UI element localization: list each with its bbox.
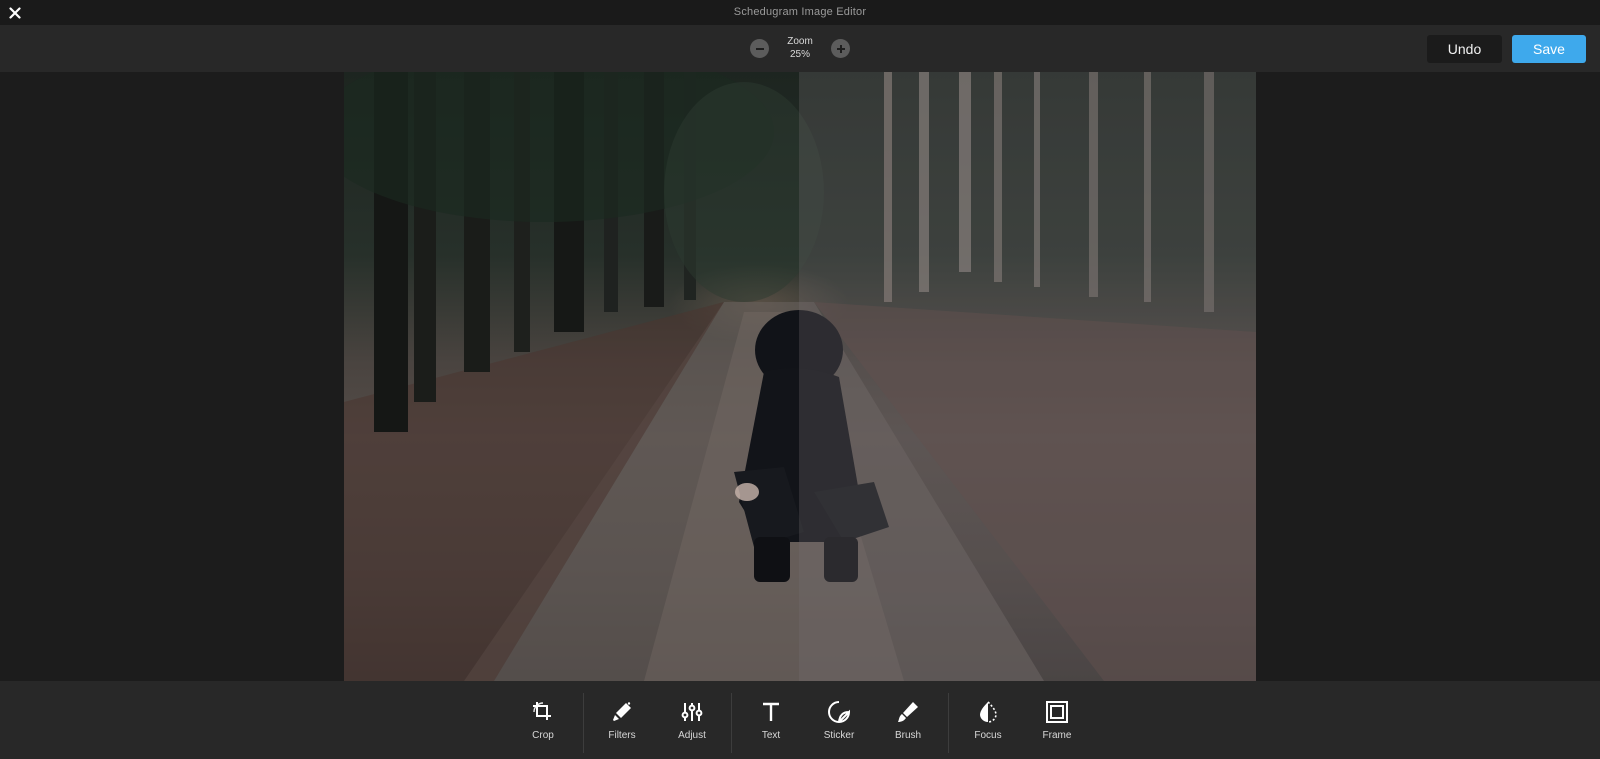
zoom-out-button[interactable] bbox=[750, 39, 769, 58]
tool-divider bbox=[948, 693, 949, 753]
adjust-icon bbox=[681, 703, 703, 721]
title-bar: Schedugram Image Editor bbox=[0, 0, 1600, 25]
tool-label: Filters bbox=[608, 730, 636, 741]
zoom-label: Zoom bbox=[787, 36, 813, 47]
tool-label: Sticker bbox=[823, 730, 855, 741]
tool-filters[interactable]: Filters bbox=[594, 699, 650, 747]
tools-bar: Crop Filters Adjust Text Sticker Brush F… bbox=[0, 681, 1600, 759]
tool-label: Text bbox=[761, 730, 781, 741]
zoom-in-button[interactable] bbox=[831, 39, 850, 58]
tool-label: Crop bbox=[532, 730, 554, 741]
undo-button[interactable]: Undo bbox=[1427, 35, 1502, 63]
photo-filtered-half bbox=[799, 72, 1256, 681]
tool-brush[interactable]: Brush bbox=[880, 699, 936, 747]
sticker-icon bbox=[828, 701, 851, 723]
crop-icon bbox=[533, 702, 551, 720]
tool-label: Focus bbox=[974, 730, 1002, 741]
tool-label: Brush bbox=[894, 730, 922, 741]
tool-crop[interactable]: Crop bbox=[515, 699, 571, 747]
minus-icon bbox=[755, 47, 764, 50]
editor-canvas[interactable] bbox=[0, 72, 1600, 681]
plus-icon bbox=[836, 44, 845, 53]
save-button[interactable]: Save bbox=[1512, 35, 1586, 63]
tool-adjust[interactable]: Adjust bbox=[664, 699, 720, 747]
zoom-control: Zoom 25% bbox=[750, 34, 852, 64]
tool-divider bbox=[583, 693, 584, 753]
tool-label: Adjust bbox=[678, 730, 706, 741]
text-icon bbox=[763, 702, 779, 721]
tool-focus[interactable]: Focus bbox=[960, 699, 1016, 747]
filters-icon bbox=[613, 702, 631, 721]
zoom-readout: Zoom 25% bbox=[770, 35, 830, 61]
photo-preview[interactable] bbox=[344, 72, 1256, 681]
top-toolbar: Zoom 25% Undo Save bbox=[0, 25, 1600, 72]
tool-frame[interactable]: Frame bbox=[1029, 699, 1085, 747]
tool-sticker[interactable]: Sticker bbox=[811, 699, 867, 747]
tool-text[interactable]: Text bbox=[743, 699, 799, 747]
tool-label: Frame bbox=[1042, 730, 1072, 741]
frame-icon bbox=[1046, 701, 1068, 723]
app-title: Schedugram Image Editor bbox=[733, 6, 867, 18]
photo-original-half bbox=[344, 72, 799, 681]
zoom-value: 25% bbox=[789, 49, 810, 60]
tool-divider bbox=[731, 693, 732, 753]
brush-icon bbox=[898, 702, 918, 722]
focus-icon bbox=[980, 701, 997, 723]
